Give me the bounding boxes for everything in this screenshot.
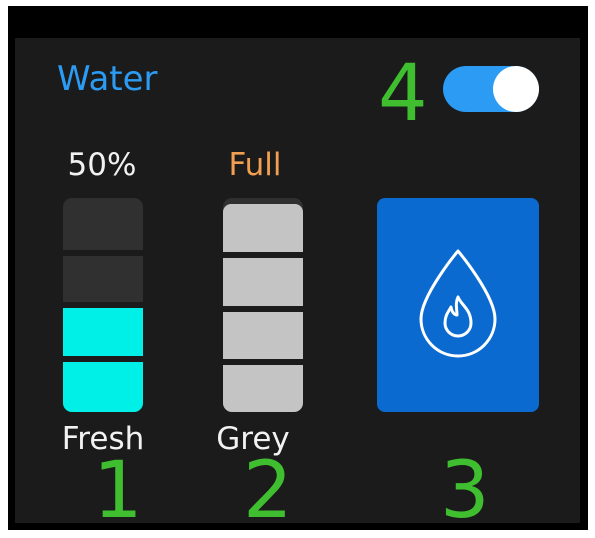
gauge-divider [63, 356, 143, 362]
fresh-tank-gauge [63, 198, 143, 412]
grey-tank-value: Full [228, 147, 282, 183]
annotation-number-4: 4 [378, 49, 428, 139]
panel-title: Water [57, 59, 158, 99]
annotation-number-1: 1 [93, 446, 143, 536]
gauge-divider [223, 252, 303, 258]
gauge-divider [223, 359, 303, 365]
water-heater-button[interactable] [377, 198, 539, 412]
annotation-number-2: 2 [243, 446, 293, 536]
gauge-divider [63, 250, 143, 256]
toggle-knob[interactable] [493, 66, 539, 112]
grey-tank-gauge [223, 198, 303, 412]
annotation-number-3: 3 [440, 446, 490, 536]
water-toggle[interactable] [443, 66, 539, 112]
fresh-tank-value: 50% [67, 147, 137, 183]
water-heater-icon [419, 249, 497, 358]
gauge-divider [63, 302, 143, 308]
gauge-divider [223, 306, 303, 312]
